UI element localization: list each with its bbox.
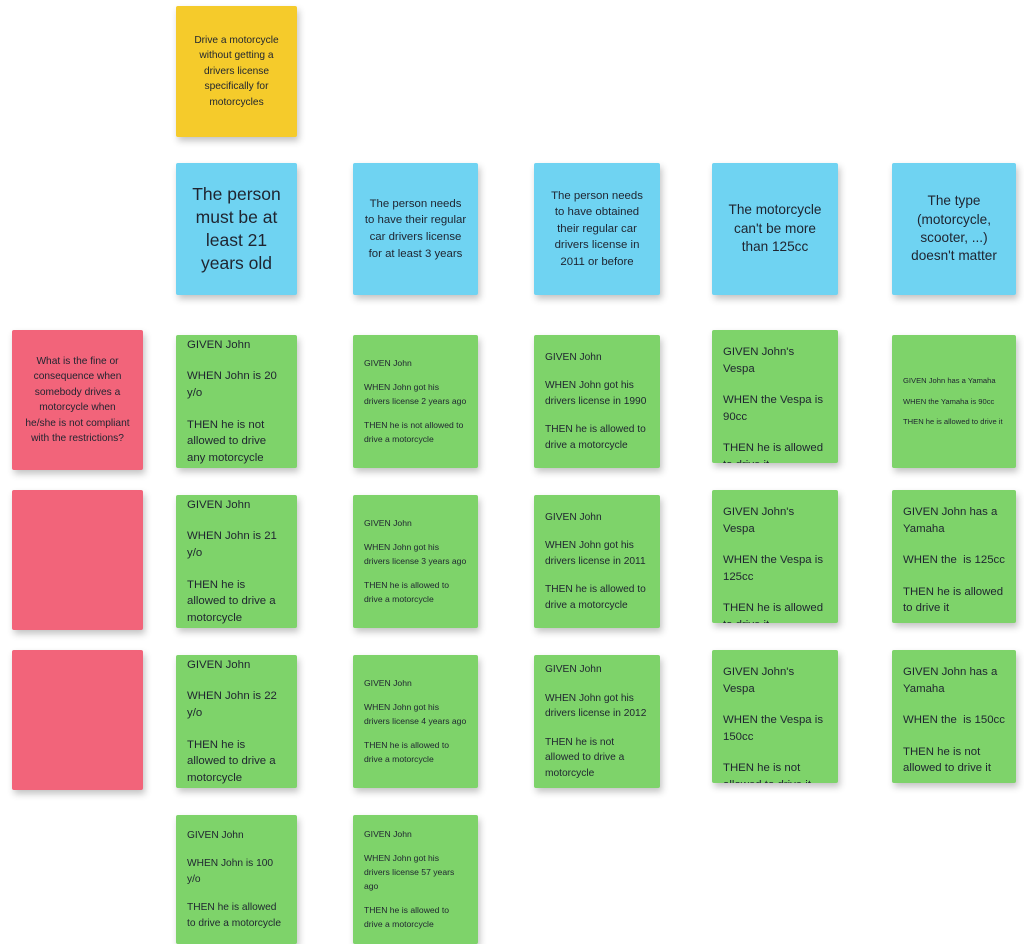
question-note-2[interactable]	[12, 490, 143, 630]
example-note-c3r2[interactable]: GIVEN John WHEN John got his drivers lic…	[534, 495, 660, 628]
example-then: THEN he is allowed to drive it	[903, 585, 1007, 615]
example-given: GIVEN John has a Yamaha	[903, 506, 1001, 535]
goal-note-text: Drive a motorcycle without getting a dri…	[194, 34, 282, 108]
example-given: GIVEN John's Vespa	[723, 666, 798, 695]
example-when: WHEN the is 150cc	[903, 714, 1005, 727]
example-given: GIVEN John	[364, 357, 412, 368]
example-given: GIVEN John	[545, 511, 602, 523]
example-note-c4r2[interactable]: GIVEN John's Vespa WHEN the Vespa is 125…	[712, 490, 838, 623]
rule-note-3-text: The person needs to have obtained their …	[551, 189, 647, 268]
rule-note-3[interactable]: The person needs to have obtained their …	[534, 163, 660, 295]
example-note-c5r3[interactable]: GIVEN John has a Yamaha WHEN the is 150c…	[892, 650, 1016, 783]
example-given: GIVEN John has a Yamaha	[903, 375, 996, 385]
example-then: THEN he is allowed to drive a motorcycle	[364, 580, 452, 604]
example-note-c4r3[interactable]: GIVEN John's Vespa WHEN the Vespa is 150…	[712, 650, 838, 783]
rule-note-5-text: The type (motorcycle, scooter, ...) does…	[911, 193, 997, 264]
rule-note-5[interactable]: The type (motorcycle, scooter, ...) does…	[892, 163, 1016, 295]
example-then: THEN he is allowed to drive a motorcycle	[187, 902, 281, 929]
rule-note-2-text: The person needs to have their regular c…	[364, 197, 470, 260]
example-note-c2r2[interactable]: GIVEN John WHEN John got his drivers lic…	[353, 495, 478, 628]
rule-note-4-text: The motorcycle can't be more than 125cc	[728, 202, 826, 255]
example-note-c2r3[interactable]: GIVEN John WHEN John got his drivers lic…	[353, 655, 478, 788]
example-when: WHEN the Yamaha is 90cc	[903, 396, 995, 406]
example-then: THEN he is not allowed to drive any moto…	[187, 418, 270, 464]
example-when: WHEN John got his drivers license in 199…	[545, 380, 647, 407]
example-then: THEN he is not allowed to drive it	[723, 762, 811, 783]
example-when: WHEN John got his drivers license 2 year…	[364, 382, 467, 406]
example-note-c4r1[interactable]: GIVEN John's Vespa WHEN the Vespa is 90c…	[712, 330, 838, 463]
example-then: THEN he is allowed to drive a motorcycle	[187, 738, 279, 784]
example-given: GIVEN John's Vespa	[723, 346, 798, 375]
example-note-c1r2[interactable]: GIVEN John WHEN John is 21 y/o THEN he i…	[176, 495, 297, 628]
example-when: WHEN John got his drivers license 4 year…	[364, 702, 467, 726]
example-note-c1r1[interactable]: GIVEN John WHEN John is 20 y/o THEN he i…	[176, 335, 297, 468]
example-then: THEN he is not allowed to drive it	[903, 745, 992, 775]
example-mapping-board: Drive a motorcycle without getting a dri…	[0, 0, 1024, 944]
example-when: WHEN John is 22 y/o	[187, 690, 281, 719]
example-given: GIVEN John's Vespa	[723, 506, 798, 535]
example-when: WHEN John got his drivers license in 201…	[545, 540, 646, 567]
rule-note-4[interactable]: The motorcycle can't be more than 125cc	[712, 163, 838, 295]
example-then: THEN he is allowed to drive it	[903, 417, 1003, 427]
example-when: WHEN John got his drivers license 57 yea…	[364, 853, 457, 891]
example-when: WHEN John got his drivers license 3 year…	[364, 542, 467, 566]
example-when: WHEN the is 125cc	[903, 554, 1005, 567]
question-note-1-text: What is the fine or consequence when som…	[25, 355, 133, 445]
example-then: THEN he is allowed to drive a motorcycle	[364, 905, 452, 929]
example-note-c1r4[interactable]: GIVEN John WHEN John is 100 y/o THEN he …	[176, 815, 297, 944]
question-note-1[interactable]: What is the fine or consequence when som…	[12, 330, 143, 470]
example-given: GIVEN John has a Yamaha	[903, 666, 1001, 695]
example-note-c1r3[interactable]: GIVEN John WHEN John is 22 y/o THEN he i…	[176, 655, 297, 788]
example-given: GIVEN John	[187, 498, 251, 511]
example-note-c5r1[interactable]: GIVEN John has a Yamaha WHEN the Yamaha …	[892, 335, 1016, 468]
example-then: THEN he is allowed to drive a motorcycle	[545, 424, 649, 451]
example-then: THEN he is allowed to drive a motorcycle	[545, 584, 649, 611]
question-note-3[interactable]	[12, 650, 143, 790]
example-when: WHEN John is 20 y/o	[187, 370, 281, 399]
example-given: GIVEN John	[187, 338, 251, 351]
example-note-c2r4[interactable]: GIVEN John WHEN John got his drivers lic…	[353, 815, 478, 944]
example-note-c5r2[interactable]: GIVEN John has a Yamaha WHEN the is 125c…	[892, 490, 1016, 623]
example-when: WHEN the Vespa is 125cc	[723, 554, 827, 583]
example-given: GIVEN John	[187, 658, 251, 671]
example-when: WHEN the Vespa is 150cc	[723, 714, 827, 743]
rule-note-1[interactable]: The person must be at least 21 years old	[176, 163, 297, 295]
example-then: THEN he is allowed to drive a motorcycle	[187, 578, 279, 624]
example-note-c3r3[interactable]: GIVEN John WHEN John got his drivers lic…	[534, 655, 660, 788]
goal-note[interactable]: Drive a motorcycle without getting a dri…	[176, 6, 297, 137]
example-then: THEN he is allowed to drive it	[723, 602, 824, 623]
example-then: THEN he is allowed to drive a motorcycle	[364, 740, 452, 764]
example-when: WHEN John is 21 y/o	[187, 530, 281, 559]
example-given: GIVEN John	[364, 517, 412, 528]
example-then: THEN he is not allowed to drive a motorc…	[545, 736, 628, 779]
example-when: WHEN John got his drivers license in 201…	[545, 692, 647, 720]
example-given: GIVEN John	[187, 829, 244, 841]
example-given: GIVEN John	[545, 664, 602, 675]
example-given: GIVEN John	[545, 351, 602, 363]
example-note-c3r1[interactable]: GIVEN John WHEN John got his drivers lic…	[534, 335, 660, 468]
example-given: GIVEN John	[364, 677, 412, 688]
rule-note-1-text: The person must be at least 21 years old	[192, 183, 286, 274]
example-when: WHEN John is 100 y/o	[187, 858, 276, 885]
rule-note-2[interactable]: The person needs to have their regular c…	[353, 163, 478, 295]
example-then: THEN he is allowed to drive it	[723, 442, 824, 463]
example-then: THEN he is not allowed to drive a motorc…	[364, 420, 466, 444]
example-when: WHEN the Vespa is 90cc	[723, 394, 827, 423]
example-given: GIVEN John	[364, 828, 412, 839]
example-note-c2r1[interactable]: GIVEN John WHEN John got his drivers lic…	[353, 335, 478, 468]
